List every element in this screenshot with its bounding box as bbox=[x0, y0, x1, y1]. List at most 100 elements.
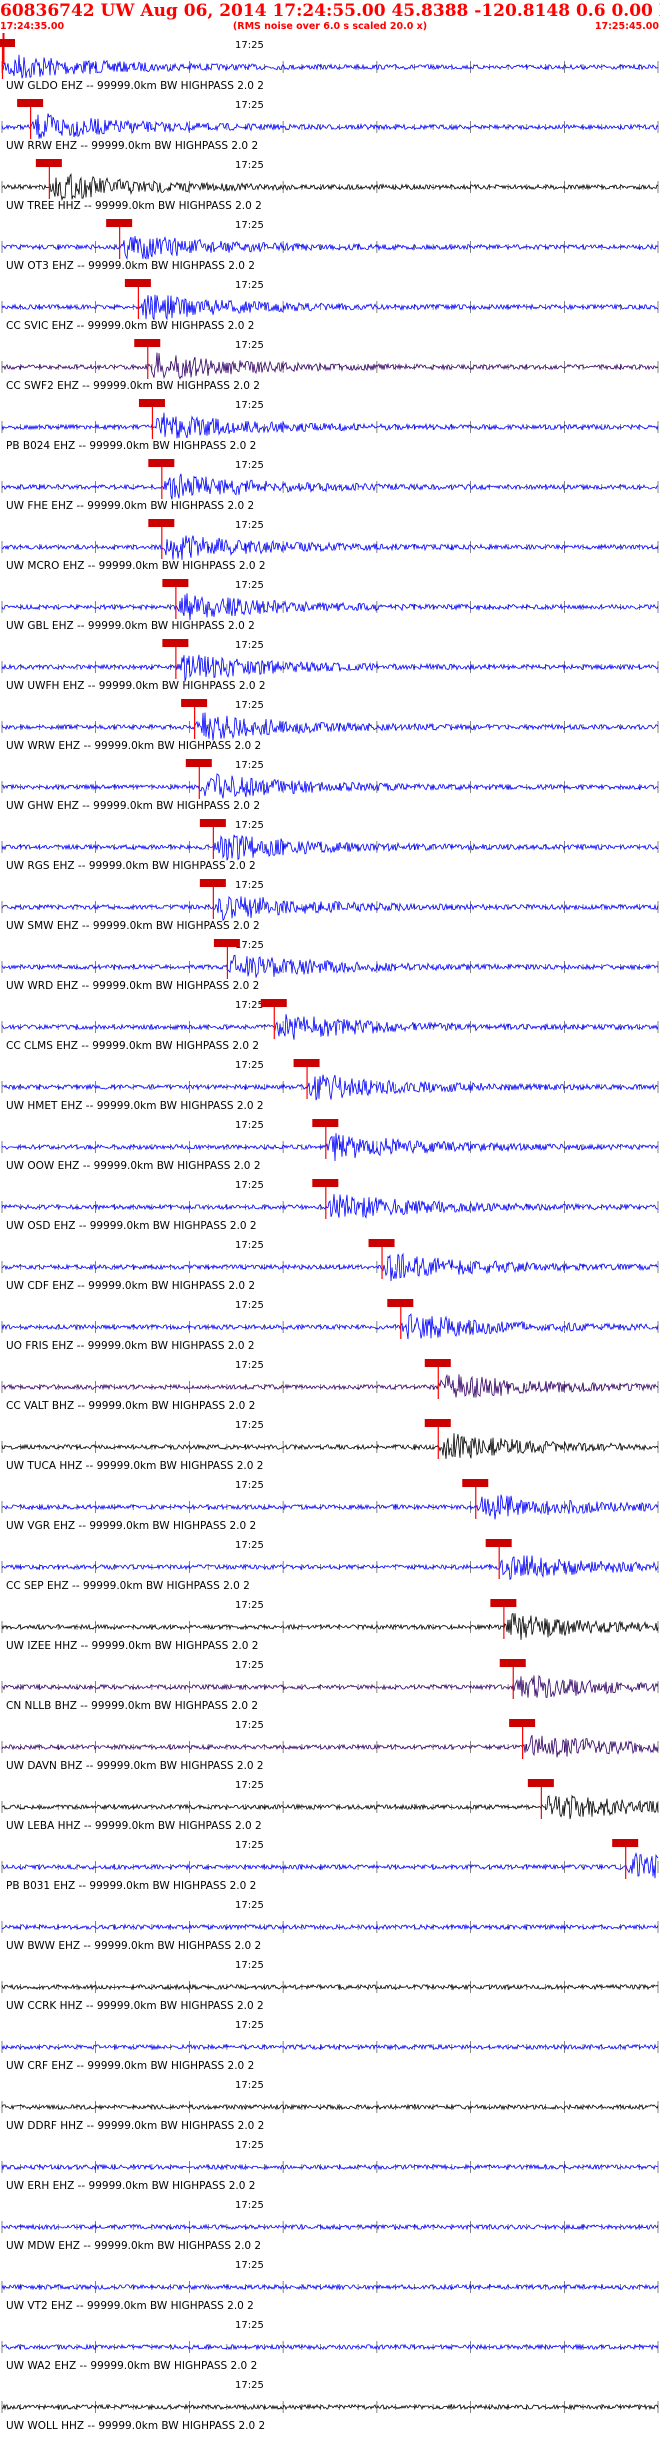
waveform-trace bbox=[1, 2283, 659, 2291]
seismogram-page: { "header": { "title": "60836742 UW Aug … bbox=[0, 0, 660, 2438]
waveform-trace bbox=[1, 654, 659, 682]
station-label: UW WRD EHZ -- 99999.0km BW HIGHPASS 2.0 … bbox=[6, 980, 259, 992]
station-label: UW CCRK HHZ -- 99999.0km BW HIGHPASS 2.0… bbox=[6, 2000, 264, 2012]
pick-box bbox=[162, 579, 189, 587]
station-label: UW FHE EHZ -- 99999.0km BW HIGHPASS 2.0 … bbox=[6, 500, 254, 512]
time-tick-label: 17:25 bbox=[235, 580, 264, 591]
waveform-trace bbox=[1, 235, 659, 261]
time-ticks bbox=[1, 421, 659, 433]
waveform-trace bbox=[1, 2223, 659, 2231]
time-tick-label: 17:25 bbox=[235, 1840, 264, 1851]
pick-box bbox=[293, 1059, 320, 1067]
waveform-trace bbox=[1, 54, 659, 79]
time-tick-label: 17:25 bbox=[235, 2320, 264, 2331]
pick-box bbox=[213, 939, 240, 947]
waveform-trace bbox=[1, 1194, 658, 1219]
station-label: UW GBL EHZ -- 99999.0km BW HIGHPASS 2.0 … bbox=[6, 620, 255, 632]
waveform-trace bbox=[1, 1313, 659, 1340]
station-label: UO FRIS EHZ -- 99999.0km BW HIGHPASS 2.0… bbox=[6, 1340, 255, 1352]
time-tick-label: 17:25 bbox=[235, 640, 264, 651]
pick-box bbox=[312, 1119, 339, 1127]
pick-box bbox=[368, 1239, 395, 1247]
waveform-trace bbox=[1, 1433, 659, 1459]
pick-box bbox=[148, 519, 175, 527]
station-label: UW RGS EHZ -- 99999.0km BW HIGHPASS 2.0 … bbox=[6, 860, 256, 872]
station-label: UW OOW EHZ -- 99999.0km BW HIGHPASS 2.0 … bbox=[6, 1160, 261, 1172]
time-tick-label: 17:25 bbox=[235, 460, 264, 471]
station-label: UW ERH EHZ -- 99999.0km BW HIGHPASS 2.0 … bbox=[6, 2180, 255, 2192]
station-label: PB B031 EHZ -- 99999.0km BW HIGHPASS 2.0… bbox=[6, 1880, 256, 1892]
station-label: UW BWW EHZ -- 99999.0km BW HIGHPASS 2.0 … bbox=[6, 1940, 261, 1952]
time-tick-label: 17:25 bbox=[235, 340, 264, 351]
pick-box bbox=[424, 1419, 451, 1427]
waveform-trace bbox=[1, 1612, 659, 1640]
waveform-trace bbox=[1, 2103, 659, 2111]
time-tick-label: 17:25 bbox=[235, 220, 264, 231]
pick-box bbox=[387, 1299, 414, 1307]
time-tick-label: 17:25 bbox=[235, 2380, 264, 2391]
station-label: UW LEBA HHZ -- 99999.0km BW HIGHPASS 2.0… bbox=[6, 1820, 262, 1832]
waveform-trace bbox=[1, 896, 659, 922]
station-label: UW CDF EHZ -- 99999.0km BW HIGHPASS 2.0 … bbox=[6, 1280, 255, 1292]
station-label: CC SEP EHZ -- 99999.0km BW HIGHPASS 2.0 … bbox=[6, 1580, 250, 1592]
station-label: UW TUCA HHZ -- 99999.0km BW HIGHPASS 2.0… bbox=[6, 1460, 263, 1472]
time-tick-label: 17:25 bbox=[235, 1960, 264, 1971]
pick-box bbox=[138, 399, 165, 407]
pick-box bbox=[462, 1479, 489, 1487]
pick-box bbox=[312, 1179, 339, 1187]
time-tick-label: 17:25 bbox=[235, 1420, 264, 1431]
station-label: UW HMET EHZ -- 99999.0km BW HIGHPASS 2.0… bbox=[6, 1100, 264, 1112]
time-tick-label: 17:25 bbox=[235, 2020, 264, 2031]
pick-box bbox=[612, 1839, 639, 1847]
time-tick-label: 17:25 bbox=[235, 1240, 264, 1251]
pick-box bbox=[148, 459, 175, 467]
station-label: UW UWFH EHZ -- 99999.0km BW HIGHPASS 2.0… bbox=[6, 680, 266, 692]
time-tick-label: 17:25 bbox=[235, 2260, 264, 2271]
station-label: CC VALT BHZ -- 99999.0km BW HIGHPASS 2.0… bbox=[6, 1400, 255, 1412]
time-tick-label: 17:25 bbox=[235, 1180, 264, 1191]
waveform-trace bbox=[1, 1133, 659, 1162]
waveform-trace bbox=[1, 593, 659, 621]
pick-box bbox=[527, 1779, 554, 1787]
time-tick-label: 17:25 bbox=[235, 160, 264, 171]
pick-box bbox=[35, 159, 62, 167]
pick-box bbox=[106, 219, 133, 227]
waveform-trace bbox=[1, 294, 659, 321]
pick-box bbox=[485, 1539, 512, 1547]
waveform-trace bbox=[1, 412, 659, 439]
waveform-trace bbox=[1, 712, 659, 741]
station-label: UW SMW EHZ -- 99999.0km BW HIGHPASS 2.0 … bbox=[6, 920, 260, 932]
station-label: UW WOLL HHZ -- 99999.0km BW HIGHPASS 2.0… bbox=[6, 2420, 265, 2432]
waveform-trace bbox=[1, 1923, 659, 1931]
waveform-trace bbox=[1, 473, 659, 500]
time-tick-label: 17:25 bbox=[235, 1720, 264, 1731]
station-label: UW WRW EHZ -- 99999.0km BW HIGHPASS 2.0 … bbox=[6, 740, 261, 752]
waveform-trace bbox=[1, 1014, 659, 1040]
time-tick-label: 17:25 bbox=[235, 520, 264, 531]
waveform-trace bbox=[1, 1074, 659, 1101]
time-tick-label: 17:25 bbox=[235, 1120, 264, 1131]
pick-box bbox=[185, 759, 212, 767]
waveform-trace bbox=[1, 1494, 659, 1520]
pick-box bbox=[181, 699, 208, 707]
time-tick-label: 17:25 bbox=[235, 400, 264, 411]
station-label: UW DAVN BHZ -- 99999.0km BW HIGHPASS 2.0… bbox=[6, 1760, 264, 1772]
time-tick-label: 17:25 bbox=[235, 700, 264, 711]
waveform-trace bbox=[1, 535, 659, 560]
waveform-trace bbox=[1, 1373, 659, 1398]
waveform-trace bbox=[1, 2343, 659, 2351]
station-label: CC SWF2 EHZ -- 99999.0km BW HIGHPASS 2.0… bbox=[6, 380, 260, 392]
time-tick-label: 17:25 bbox=[235, 100, 264, 111]
station-label: UW MCRO EHZ -- 99999.0km BW HIGHPASS 2.0… bbox=[6, 560, 266, 572]
time-tick-label: 17:25 bbox=[235, 1600, 264, 1611]
pick-box bbox=[199, 879, 226, 887]
time-tick-label: 17:25 bbox=[235, 2200, 264, 2211]
waveform-trace bbox=[1, 1252, 659, 1282]
station-label: PB B024 EHZ -- 99999.0km BW HIGHPASS 2.0… bbox=[6, 440, 256, 452]
time-tick-label: 17:25 bbox=[235, 40, 264, 51]
time-tick-label: 17:25 bbox=[235, 2140, 264, 2151]
waveform-trace bbox=[1, 773, 659, 799]
pick-box bbox=[0, 39, 15, 47]
pick-box bbox=[260, 999, 287, 1007]
time-tick-label: 17:25 bbox=[235, 1480, 264, 1491]
